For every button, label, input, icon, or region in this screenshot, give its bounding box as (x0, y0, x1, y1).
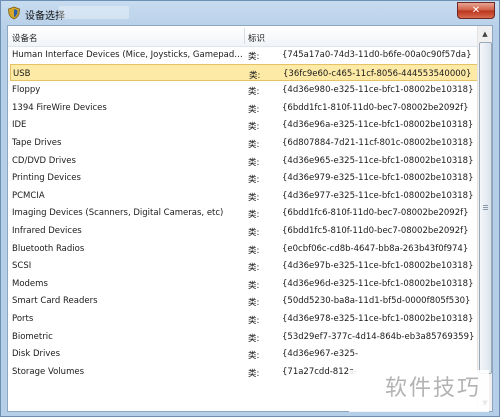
device-guid-cell: {4d36e96d-e325-11ce-bfc1-08002be10318} (282, 278, 474, 289)
class-label-cell: 类: (248, 298, 260, 309)
table-row[interactable]: IDE 类: {4d36e96a-e325-11ce-bfc1-08002be103… (8, 116, 480, 134)
device-name-cell: 1394 FireWire Devices (12, 102, 107, 113)
device-guid-cell: {4d36e967-e325- (282, 349, 359, 360)
class-label-cell: 类: (248, 333, 260, 344)
close-icon: ✕ (471, 5, 481, 16)
table-row[interactable]: Floppy 类: {4d36e980-e325-11ce-bfc1-08002be… (8, 81, 480, 99)
device-name-cell: Biometric (12, 331, 53, 342)
device-name-cell: CD/DVD Drives (12, 155, 76, 166)
device-guid-cell: {53d29ef7-377c-4d14-864b-eb3a85769359} (282, 331, 475, 342)
class-label-cell: 类: (249, 70, 261, 81)
watermark-text: 软件技巧 (384, 376, 481, 401)
title-bar[interactable]: 设备选择 ✕ (1, 1, 499, 25)
class-label-cell: 类: (248, 263, 260, 274)
vertical-scrollbar[interactable]: ▲ ▼ (477, 26, 492, 411)
device-name-cell: Tape Drives (12, 137, 62, 148)
class-label-cell: 类: (248, 280, 260, 291)
table-row[interactable]: 1394 FireWire Devices 类: {6bdd1fc1-810f-11… (8, 99, 480, 117)
device-name-cell: Human Interface Devices (Mice, Joysticks… (12, 50, 244, 60)
table-row[interactable]: Ports 类: {4d36e978-e325-11ce-bfc1-08002be1… (8, 310, 480, 328)
table-row-selected[interactable]: USB 类: {36fc9e60-c465-11cf-8056-4445535400… (10, 63, 478, 82)
class-label-cell: 类: (248, 351, 260, 362)
device-name-cell: Disk Drives (12, 349, 61, 360)
scroll-up-arrow-icon[interactable]: ▲ (479, 27, 491, 41)
device-guid-cell: {6bdd1fc5-810f-11d0-bec7-08002be2092f} (282, 225, 469, 236)
class-label-cell: 类: (248, 315, 260, 326)
device-guid-cell: {4d36e977-e325-11ce-bfc1-08002be10318} (282, 190, 474, 201)
table-row[interactable]: Bluetooth Radios 类: {e0cbf06c-cd8b-4647-bb… (8, 240, 480, 258)
table-row[interactable]: Imaging Devices (Scanners, Digital Camer… (8, 204, 480, 222)
device-list[interactable]: 设备名 标识 Human Interface Devices (Mice, Jo… (7, 25, 493, 412)
device-rows: Human Interface Devices (Mice, Joysticks… (8, 46, 480, 380)
class-label-cell: 类: (248, 368, 260, 379)
device-name-cell: Floppy (12, 85, 41, 96)
device-guid-cell: {50dd5230-ba8a-11d1-bf5d-0000f805f530} (282, 296, 471, 307)
class-label-cell: 类: (248, 87, 260, 98)
device-guid-cell: {4d36e980-e325-11ce-bfc1-08002be10318} (282, 85, 474, 96)
device-guid-cell: {4d36e979-e325-11ce-bfc1-08002be10318} (282, 173, 474, 184)
class-label-cell: 类: (248, 245, 260, 256)
shield-icon (8, 6, 20, 20)
device-name-cell: Storage Volumes (12, 366, 85, 377)
table-row[interactable]: Infrared Devices 类: {6bdd1fc5-810f-11d0-be… (8, 222, 480, 240)
blurred-title-detail (59, 6, 129, 19)
device-name-cell: Imaging Devices (Scanners, Digital Camer… (12, 208, 224, 219)
table-row[interactable]: SCSI 类: {4d36e97b-e325-11ce-bfc1-08002be10… (8, 257, 480, 275)
class-label-cell: 类: (248, 122, 260, 133)
device-name-cell: IDE (12, 120, 27, 131)
grip-line (483, 207, 488, 208)
scrollbar-thumb[interactable] (479, 42, 492, 374)
list-header: 设备名 标识 (8, 26, 480, 47)
close-button[interactable]: ✕ (457, 2, 495, 19)
device-guid-cell: {4d36e965-e325-11ce-bfc1-08002be10318} (282, 155, 474, 166)
class-label-cell: 类: (248, 210, 260, 221)
grip-line (483, 209, 488, 210)
device-guid-cell: {6d807884-7d21-11cf-801c-08002be10318} (282, 137, 474, 148)
device-name-cell: USB (13, 68, 31, 79)
device-name-cell: Bluetooth Radios (12, 243, 85, 254)
column-header-identifier[interactable]: 标识 (248, 32, 265, 44)
device-guid-cell: {e0cbf06c-cd8b-4647-bb8a-263b43f0f974} (282, 243, 469, 254)
device-guid-cell: {4d36e96a-e325-11ce-bfc1-08002be10318} (282, 120, 474, 131)
grip-line (483, 205, 488, 206)
device-name-cell: PCMCIA (12, 190, 45, 201)
class-label-cell: 类: (248, 139, 260, 150)
device-guid-cell: {4d36e978-e325-11ce-bfc1-08002be10318} (282, 313, 474, 324)
device-guid-cell: {6bdd1fc1-810f-11d0-bec7-08002be2092f} (282, 102, 469, 113)
device-name-cell: Infrared Devices (12, 225, 82, 236)
device-guid-cell: {745a17a0-74d3-11d0-b6fe-00a0c90f57da} (282, 50, 472, 60)
device-name-cell: Ports (12, 313, 34, 324)
watermark: 软件技巧 (349, 370, 489, 412)
class-label-cell: 类: (248, 157, 260, 168)
class-label-cell: 类: (248, 52, 260, 62)
table-row[interactable]: Human Interface Devices (Mice, Joysticks… (8, 46, 480, 64)
table-row[interactable]: CD/DVD Drives 类: {4d36e965-e325-11ce-bfc1-… (8, 152, 480, 170)
device-guid-cell: {6bdd1fc6-810f-11d0-bec7-08002be2092f} (282, 208, 469, 219)
device-name-cell: Modems (12, 278, 48, 289)
device-name-cell: SCSI (12, 261, 32, 272)
class-label-cell: 类: (248, 192, 260, 203)
column-divider[interactable] (244, 28, 245, 44)
table-row[interactable]: PCMCIA 类: {4d36e977-e325-11ce-bfc1-08002be… (8, 187, 480, 205)
device-name-cell: Smart Card Readers (12, 296, 98, 307)
table-row[interactable]: Smart Card Readers 类: {50dd5230-ba8a-11d1-… (8, 292, 480, 310)
device-name-cell: Printing Devices (12, 173, 81, 184)
class-label-cell: 类: (248, 175, 260, 186)
class-label-cell: 类: (248, 104, 260, 115)
class-label-cell: 类: (248, 227, 260, 238)
column-header-device-name[interactable]: 设备名 (12, 32, 38, 44)
device-select-window: 设备选择 ✕ 设备名 标识 Human Interface Devices (M… (0, 0, 500, 417)
table-row[interactable]: Modems 类: {4d36e96d-e325-11ce-bfc1-08002be… (8, 275, 480, 293)
device-guid-cell: {36fc9e60-c465-11cf-8056-444553540000} (283, 68, 472, 79)
table-row[interactable]: Printing Devices 类: {4d36e979-e325-11ce-bf… (8, 169, 480, 187)
table-row[interactable]: Tape Drives 类: {6d807884-7d21-11cf-801c-08… (8, 134, 480, 152)
device-guid-cell: {4d36e97b-e325-11ce-bfc1-08002be10318} (282, 261, 474, 272)
table-row[interactable]: Biometric 类: {53d29ef7-377c-4d14-864b-eb3a… (8, 328, 480, 346)
table-row[interactable]: Disk Drives 类: {4d36e967-e325- (8, 345, 480, 363)
